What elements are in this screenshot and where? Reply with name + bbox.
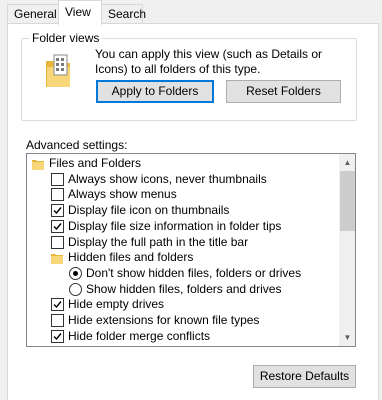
setting-label: Hide folder merge conflicts (68, 328, 211, 343)
advanced-settings-list[interactable]: Files and Folders Always show icons, neve… (26, 153, 356, 347)
checkbox[interactable] (51, 329, 64, 343)
restore-defaults-button[interactable]: Restore Defaults (253, 365, 356, 388)
advanced-settings-label: Advanced settings: (26, 138, 128, 152)
apply-to-folders-button[interactable]: Apply to Folders (96, 80, 214, 103)
checkbox[interactable] (51, 204, 64, 218)
setting-label: Hidden files and folders (68, 250, 194, 265)
reset-folders-button[interactable]: Reset Folders (226, 80, 341, 103)
tab-search[interactable]: Search (101, 4, 146, 24)
setting-label: Files and Folders (49, 156, 142, 170)
setting-checkbox-row[interactable]: Display file icon on thumbnails (27, 202, 339, 219)
setting-label: Display file icon on thumbnails (68, 203, 230, 218)
setting-radio-row[interactable]: Show hidden files, folders and drives (27, 281, 339, 298)
setting-checkbox-row[interactable]: Hide empty drives (27, 296, 339, 313)
setting-label: Display the full path in the title bar (68, 234, 249, 249)
folder-icon (32, 158, 44, 170)
tab-bar: General Search View (0, 0, 382, 25)
checkbox[interactable] (51, 172, 64, 186)
setting-radio-row[interactable]: Don't show hidden files, folders or driv… (27, 265, 339, 282)
setting-checkbox-row[interactable]: Always show icons, never thumbnails (27, 171, 339, 188)
checkbox[interactable] (51, 188, 64, 202)
folder-views-icon (44, 53, 74, 89)
folder-group-row: Files and Folders (27, 155, 339, 172)
chevron-down-icon[interactable]: ▼ (339, 329, 355, 346)
setting-label: Always show icons, never thumbnails (68, 171, 267, 186)
folder-views-description: You can apply this view (such as Details… (95, 47, 323, 76)
folder-group-row: Hidden files and folders (27, 249, 339, 266)
tab-view[interactable]: View (58, 0, 102, 25)
setting-label: Display file size information in folder … (68, 218, 282, 233)
setting-checkbox-row[interactable]: Display the full path in the title bar (27, 234, 339, 251)
tab-general[interactable]: General (7, 4, 59, 24)
setting-label: Show hidden files, folders and drives (86, 281, 282, 296)
setting-label: Always show menus (68, 187, 177, 202)
vertical-scrollbar[interactable]: ▲ ▼ (339, 154, 355, 346)
setting-label: Hide extensions for known file types (68, 313, 260, 327)
checkbox[interactable] (51, 298, 64, 312)
checkbox[interactable] (51, 219, 64, 233)
folder-icon (51, 252, 63, 265)
checkbox[interactable] (51, 235, 64, 249)
setting-label: Don't show hidden files, folders or driv… (86, 265, 302, 280)
setting-checkbox-row[interactable]: Hide extensions for known file types (27, 312, 339, 329)
checkbox[interactable] (51, 314, 64, 327)
scrollbar-thumb[interactable] (340, 171, 355, 231)
setting-checkbox-row[interactable]: Hide folder merge conflicts (27, 328, 339, 345)
chevron-up-icon[interactable]: ▲ (339, 154, 355, 171)
folder-views-legend: Folder views (29, 31, 103, 45)
radio-button[interactable] (69, 266, 82, 280)
setting-checkbox-row[interactable]: Always show menus (27, 186, 339, 203)
setting-checkbox-row[interactable]: Display file size information in folder … (27, 218, 339, 235)
radio-button[interactable] (69, 282, 82, 296)
setting-label: Hide empty drives (68, 297, 165, 312)
